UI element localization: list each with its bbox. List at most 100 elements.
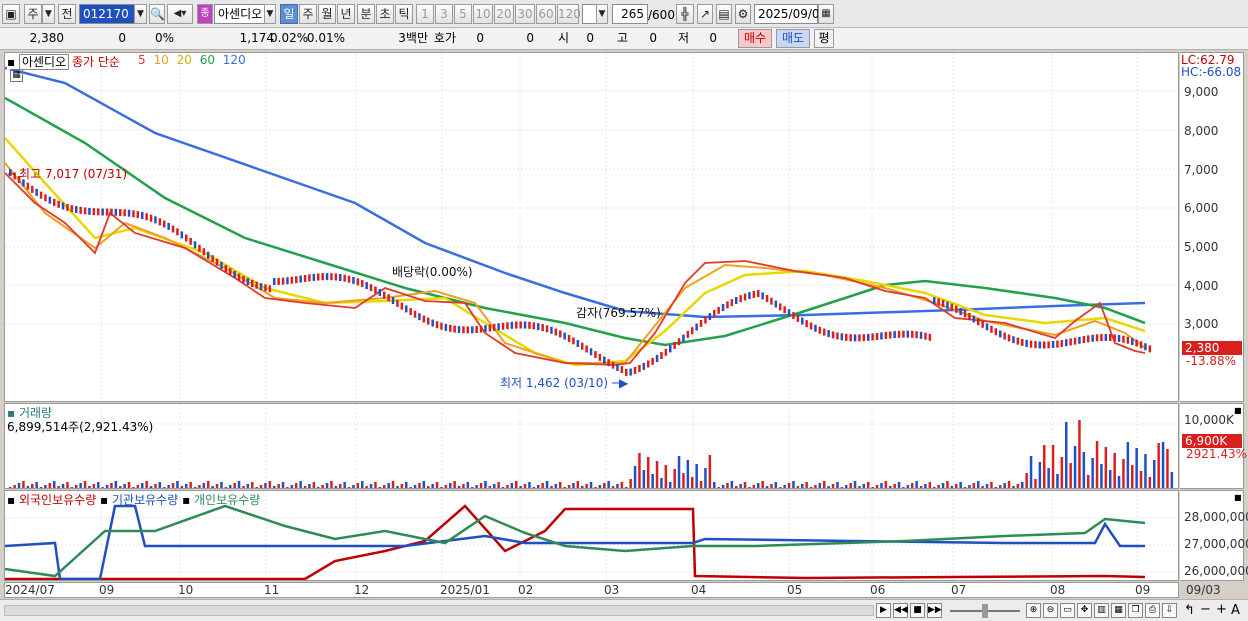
volume-bar bbox=[783, 485, 786, 488]
interval-3[interactable]: 3 bbox=[435, 4, 453, 24]
chevron-down-icon[interactable]: ▼ bbox=[264, 4, 276, 24]
period-second[interactable]: 초 bbox=[376, 4, 394, 24]
volume-value: 1,174 bbox=[239, 31, 274, 45]
current-rate-label: -13.88% bbox=[1186, 354, 1237, 368]
drag-icon[interactable]: ✥ bbox=[1077, 603, 1092, 618]
volume-bar bbox=[928, 482, 932, 488]
minus-icon[interactable]: − bbox=[1200, 602, 1211, 617]
interval-10[interactable]: 10 bbox=[473, 4, 493, 24]
text-size-icon[interactable]: A bbox=[1231, 603, 1240, 618]
stop-icon[interactable]: ■ bbox=[910, 603, 925, 618]
interval-5[interactable]: 5 bbox=[454, 4, 472, 24]
mode2-select[interactable]: 전 bbox=[58, 4, 76, 24]
window-icon[interactable]: ▣ bbox=[2, 4, 20, 24]
candle bbox=[699, 319, 703, 327]
candle bbox=[1122, 335, 1125, 343]
volume-bar bbox=[779, 487, 782, 488]
period-month[interactable]: 월 bbox=[318, 4, 336, 24]
interval-120[interactable]: 120 bbox=[557, 4, 581, 24]
search-icon[interactable]: 🔍 bbox=[149, 4, 165, 24]
copy-icon[interactable]: ❐ bbox=[1128, 603, 1143, 618]
chevron-down-icon[interactable]: ▼ bbox=[42, 4, 55, 24]
volume-bar bbox=[378, 487, 382, 488]
zoom-slider-handle[interactable] bbox=[982, 604, 988, 618]
volume-panel[interactable] bbox=[4, 403, 1179, 489]
export-icon[interactable]: ⇩ bbox=[1162, 603, 1177, 618]
volume-bar bbox=[691, 477, 694, 488]
date-input[interactable]: 2025/09/03 bbox=[754, 4, 827, 24]
save-icon[interactable]: ▤ bbox=[716, 4, 732, 24]
volume-bar bbox=[303, 486, 307, 488]
candle bbox=[1038, 341, 1042, 349]
close-icon[interactable]: ■ bbox=[1234, 493, 1242, 502]
volume-bar bbox=[1166, 449, 1169, 488]
plus-icon[interactable]: + bbox=[1216, 602, 1227, 617]
zoom-icon[interactable]: ⊕ bbox=[1026, 603, 1041, 618]
layout-icon[interactable]: ▥ bbox=[1094, 603, 1109, 618]
volume-bar bbox=[405, 482, 408, 488]
holding-legend: ▪ 외국인보유수량 ▪ 기관보유수량 ▪ 개인보유수량 bbox=[7, 493, 261, 507]
print-icon[interactable]: ⎙ bbox=[1145, 603, 1160, 618]
code-input[interactable]: 012170 bbox=[79, 4, 135, 24]
sell-button[interactable]: 매도 bbox=[776, 29, 810, 48]
candle bbox=[229, 268, 232, 276]
volume-bar bbox=[1170, 472, 1174, 488]
fast-forward-icon[interactable]: ▶▶ bbox=[927, 603, 942, 618]
period-minute[interactable]: 분 bbox=[357, 4, 375, 24]
x-tick: 03 bbox=[604, 583, 620, 597]
gear-icon[interactable]: ⚙ bbox=[735, 4, 751, 24]
candle-icon[interactable]: ╬ bbox=[676, 4, 694, 24]
interval-20[interactable]: 20 bbox=[494, 4, 514, 24]
low-note: 최저 1,462 (03/10) bbox=[500, 376, 609, 390]
volume-bar bbox=[1153, 460, 1156, 488]
buy-button[interactable]: 매수 bbox=[738, 29, 772, 48]
fit-icon[interactable]: ▭ bbox=[1060, 603, 1075, 618]
zoom-out-icon[interactable]: ⊖ bbox=[1043, 603, 1058, 618]
nav-left-icon[interactable]: ↰ bbox=[1184, 603, 1195, 618]
group-icon[interactable]: 종 bbox=[197, 4, 213, 24]
chevron-down-icon[interactable]: ▼ bbox=[134, 4, 147, 24]
candle bbox=[53, 198, 56, 206]
candle bbox=[532, 322, 536, 330]
volume-bar bbox=[673, 469, 676, 488]
calendar-icon[interactable]: ▦ bbox=[818, 4, 834, 24]
period-year[interactable]: 년 bbox=[337, 4, 355, 24]
candle bbox=[893, 331, 896, 339]
close-icon[interactable]: ■ bbox=[1234, 406, 1242, 415]
period-week[interactable]: 주 bbox=[299, 4, 317, 24]
candle bbox=[92, 208, 96, 216]
play-icon[interactable]: ▶ bbox=[876, 603, 891, 618]
line-tool-icon[interactable]: ↗ bbox=[697, 4, 713, 24]
volume-bar bbox=[677, 456, 681, 488]
interval-60[interactable]: 60 bbox=[536, 4, 556, 24]
period-tick[interactable]: 틱 bbox=[395, 4, 413, 24]
chevron-down-icon[interactable]: ▼ bbox=[596, 4, 608, 24]
interval-1[interactable]: 1 bbox=[416, 4, 434, 24]
volume-bar bbox=[1043, 445, 1046, 488]
volume-bar bbox=[189, 482, 192, 488]
volume-bar bbox=[13, 485, 16, 488]
sound-icon[interactable]: ◀▾ bbox=[167, 4, 193, 24]
eval-button[interactable]: 평 bbox=[814, 29, 834, 48]
volume-bar bbox=[796, 486, 800, 488]
volume-bar bbox=[919, 486, 923, 488]
volume-bar bbox=[449, 483, 452, 488]
volume-bar bbox=[387, 483, 390, 488]
candle bbox=[211, 255, 214, 263]
count-input[interactable]: 265 bbox=[612, 4, 648, 24]
volume-bar bbox=[633, 466, 637, 488]
ma10-line bbox=[5, 162, 1146, 364]
scroll-track[interactable] bbox=[4, 605, 874, 616]
rewind-icon[interactable]: ◀◀ bbox=[893, 603, 908, 618]
mode-select[interactable]: 주 bbox=[24, 4, 42, 24]
candle bbox=[35, 188, 38, 196]
volume-bar bbox=[1104, 447, 1108, 488]
grid-icon[interactable]: ▦ bbox=[10, 69, 23, 82]
volume-bar bbox=[39, 487, 43, 488]
volume-bar bbox=[880, 483, 883, 488]
split-icon[interactable]: ▦ bbox=[1111, 603, 1126, 618]
candle bbox=[281, 277, 285, 285]
period-day[interactable]: 일 bbox=[280, 4, 298, 24]
interval-30[interactable]: 30 bbox=[515, 4, 535, 24]
price-panel[interactable] bbox=[4, 52, 1179, 402]
